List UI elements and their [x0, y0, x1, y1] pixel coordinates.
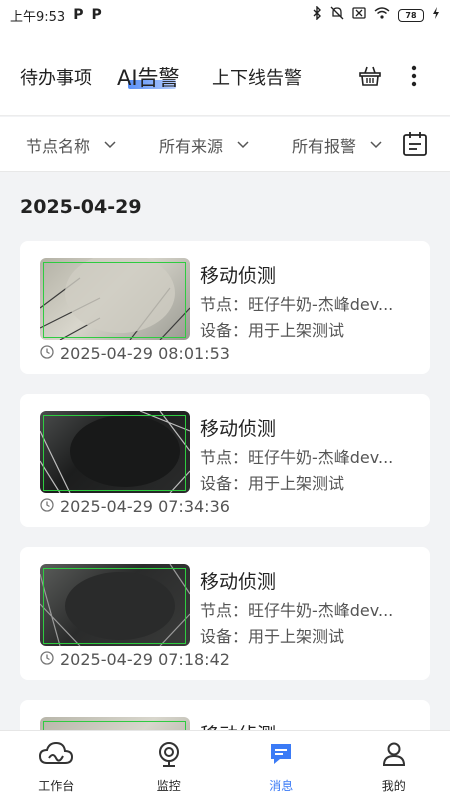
filter-label: 所有来源 [159, 137, 224, 156]
alert-time-text: 2025-04-29 08:01:53 [60, 344, 230, 363]
nav-profile[interactable]: 我的 [338, 731, 450, 800]
alert-card[interactable]: 移动侦测 节点：旺仔牛奶-杰峰dev... 设备：用于上架测试 2025-04-… [20, 241, 430, 374]
alert-time: 2025-04-29 07:34:36 [40, 497, 230, 516]
status-bar: 上午9:53 P P 78 [0, 0, 450, 30]
tab-todo[interactable]: 待办事项 [20, 64, 92, 90]
battery-icon: 78 [398, 8, 424, 22]
status-time: 上午9:53 [10, 9, 66, 25]
nav-label: 我的 [381, 779, 406, 793]
detection-box [43, 568, 186, 644]
calendar-icon[interactable] [401, 130, 429, 158]
charging-icon [432, 7, 440, 23]
alert-device: 设备：用于上架测试 [200, 321, 345, 340]
alert-node: 节点：旺仔牛奶-杰峰dev... [200, 295, 394, 314]
bluetooth-icon [312, 5, 322, 24]
date-group-heading: 2025-04-29 [20, 196, 142, 218]
basket-icon[interactable] [356, 62, 384, 90]
chevron-down-icon [237, 137, 249, 153]
clock-icon [40, 650, 54, 669]
chevron-down-icon [104, 137, 116, 153]
filter-source[interactable]: 所有来源 [159, 133, 249, 157]
alert-time: 2025-04-29 08:01:53 [40, 344, 230, 363]
alert-title: 移动侦测 [200, 418, 277, 440]
nav-label: 消息 [269, 779, 294, 793]
nav-label: 工作台 [38, 779, 75, 793]
more-options-icon[interactable] [400, 62, 428, 90]
nav-monitor[interactable]: 监控 [113, 731, 226, 800]
tab-ai-alarm[interactable]: AI告警 [117, 62, 180, 92]
nav-messages[interactable]: 消息 [225, 731, 338, 800]
alert-device: 设备：用于上架测试 [200, 627, 345, 646]
app-badge-icon: P [73, 7, 84, 23]
filter-label: 节点名称 [26, 137, 91, 156]
message-icon [268, 741, 294, 771]
alert-time-text: 2025-04-29 07:34:36 [60, 497, 230, 516]
alert-card[interactable]: 移动侦测 节点：旺仔牛奶-杰峰dev... 设备：用于上架测试 2025-04-… [20, 394, 430, 527]
camera-icon [156, 741, 182, 771]
filter-node-name[interactable]: 节点名称 [26, 133, 116, 157]
wifi-icon [374, 7, 390, 23]
app-badge-icon: P [91, 7, 102, 23]
filter-alarm-type[interactable]: 所有报警 [292, 133, 382, 157]
mute-icon [330, 6, 344, 24]
clock-icon [40, 344, 54, 363]
alert-time: 2025-04-29 07:18:42 [40, 650, 230, 669]
no-sim-icon [352, 7, 366, 23]
alert-node: 节点：旺仔牛奶-杰峰dev... [200, 448, 394, 467]
alert-device: 设备：用于上架测试 [200, 474, 345, 493]
chevron-down-icon [370, 137, 382, 153]
alert-thumbnail [40, 411, 190, 493]
alert-thumbnail [40, 258, 190, 340]
bottom-nav: 工作台 监控 消息 我的 [0, 730, 450, 800]
detection-box [43, 262, 186, 338]
alert-title: 移动侦测 [200, 265, 277, 287]
alert-card[interactable]: 移动侦测 节点：旺仔牛奶-杰峰dev... 设备：用于上架测试 2025-04-… [20, 547, 430, 680]
nav-label: 监控 [156, 779, 181, 793]
filter-label: 所有报警 [292, 137, 357, 156]
alert-node: 节点：旺仔牛奶-杰峰dev... [200, 601, 394, 620]
top-tab-bar: 待办事项 AI告警 上下线告警 [0, 30, 450, 116]
cloud-workbench-icon [39, 741, 74, 771]
alert-title: 移动侦测 [200, 571, 277, 593]
clock-icon [40, 497, 54, 516]
alert-thumbnail [40, 564, 190, 646]
filter-bar: 节点名称 所有来源 所有报警 [0, 117, 450, 172]
nav-workbench[interactable]: 工作台 [0, 731, 113, 800]
person-icon [381, 741, 407, 771]
tab-online-offline-alarm[interactable]: 上下线告警 [212, 64, 302, 90]
detection-box [43, 415, 186, 491]
alert-time-text: 2025-04-29 07:18:42 [60, 650, 230, 669]
